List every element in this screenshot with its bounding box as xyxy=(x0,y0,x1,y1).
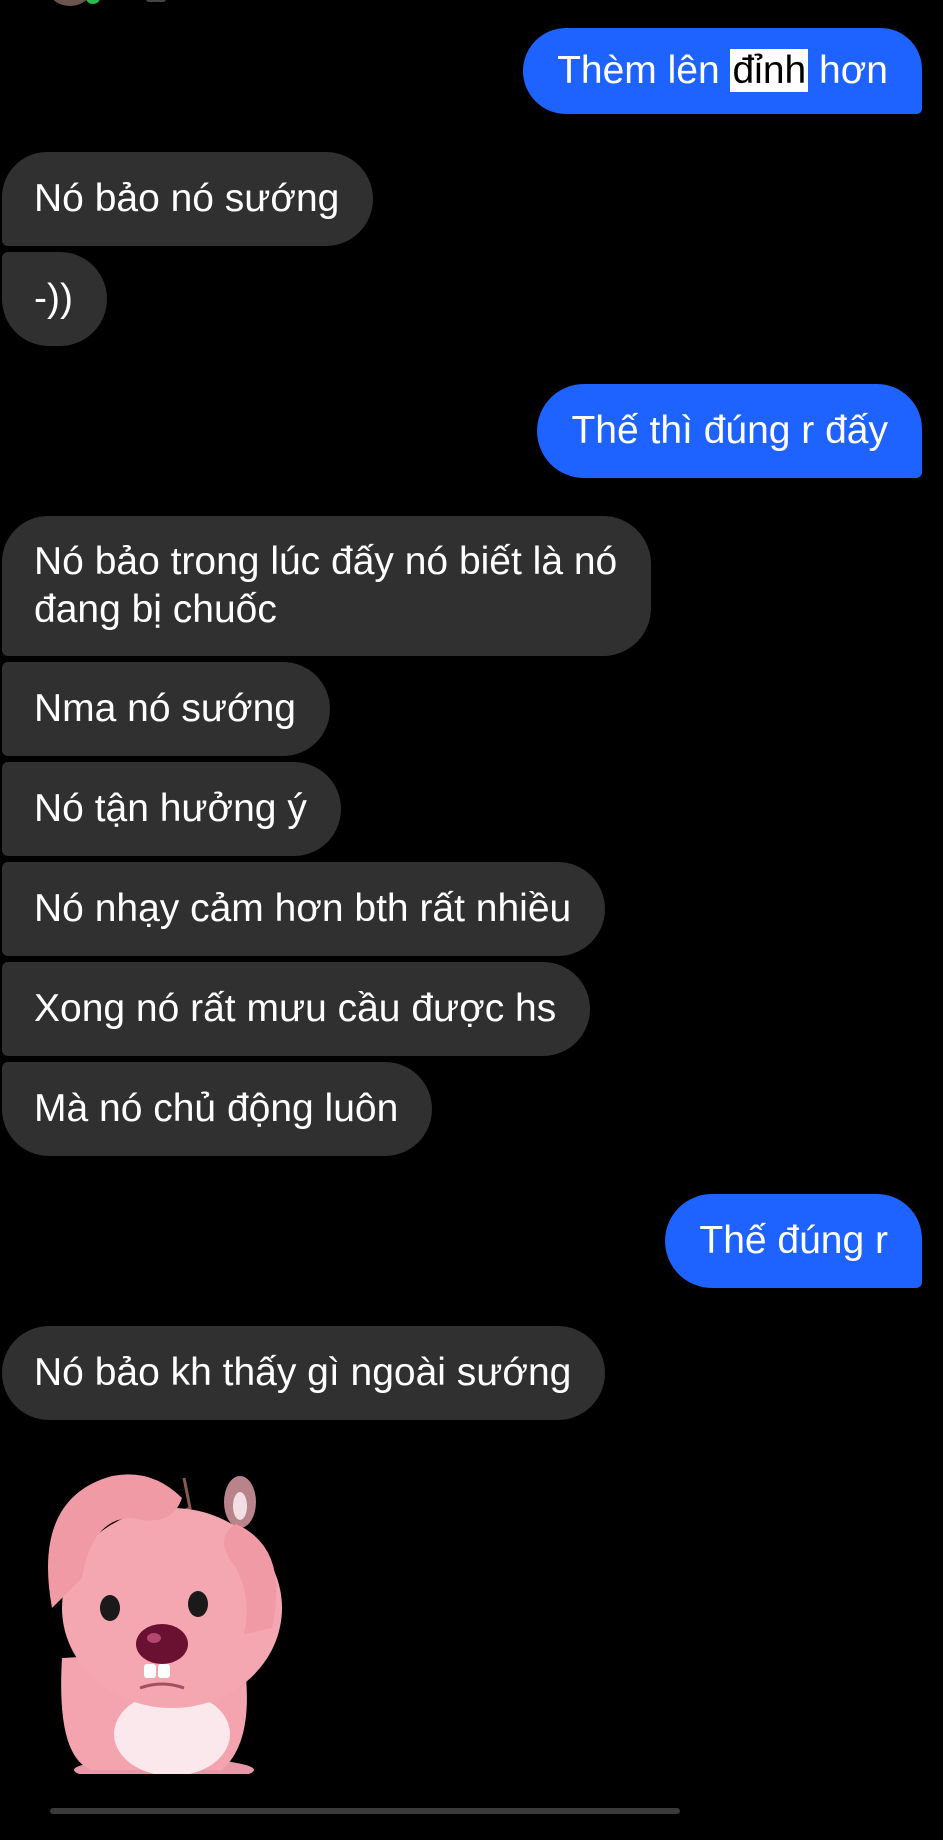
message-incoming[interactable]: Nó bảo nó sướng xyxy=(2,152,374,246)
message-text: Nma nó sướng xyxy=(34,687,296,730)
bottom-divider xyxy=(50,1808,680,1814)
message-text: Nó bảo kh thấy gì ngoài sướng xyxy=(34,1351,572,1394)
message-incoming[interactable]: Nó nhạy cảm hơn bth rất nhiều xyxy=(2,862,606,956)
message-incoming[interactable]: Nma nó sướng xyxy=(2,662,330,756)
message-text: Nó bảo nó sướng xyxy=(34,177,340,220)
message-text-line-2: đang bị chuốc xyxy=(34,588,277,631)
message-text: Thế thì đúng r đấy xyxy=(571,409,888,452)
message-incoming[interactable]: -)) xyxy=(2,252,107,346)
highlighted-word: đỉnh xyxy=(730,49,809,92)
message-text: Mà nó chủ động luôn xyxy=(34,1087,399,1130)
header-remnant xyxy=(0,0,943,8)
avatar xyxy=(48,0,92,6)
message-outgoing[interactable]: Thế thì đúng r đấy xyxy=(537,384,922,478)
message-incoming[interactable]: Nó tận hưởng ý xyxy=(2,762,341,856)
message-text: Nó tận hưởng ý xyxy=(34,787,307,830)
pink-beaver-sticker-icon[interactable] xyxy=(22,1458,292,1774)
message-incoming[interactable]: Nó bảo trong lúc đấy nó biết là nó đang … xyxy=(2,516,652,656)
message-outgoing[interactable]: Thế đúng r xyxy=(665,1194,922,1288)
message-text: -)) xyxy=(34,277,73,320)
message-text: Thèm lên đỉnh hơn xyxy=(557,49,888,92)
message-text-line-1: Nó bảo trong lúc đấy nó biết là nó xyxy=(34,540,618,583)
message-incoming[interactable]: Mà nó chủ động luôn xyxy=(2,1062,433,1156)
online-status-dot xyxy=(86,0,100,4)
header-glyph xyxy=(146,0,166,2)
message-text: Xong nó rất mưu cầu được hs xyxy=(34,987,557,1030)
message-text: Thế đúng r xyxy=(699,1219,888,1262)
message-text: Nó nhạy cảm hơn bth rất nhiều xyxy=(34,887,572,930)
message-outgoing[interactable]: Thèm lên đỉnh hơn xyxy=(523,28,922,114)
message-incoming[interactable]: Nó bảo kh thấy gì ngoài sướng xyxy=(2,1326,606,1420)
message-incoming[interactable]: Xong nó rất mưu cầu được hs xyxy=(2,962,591,1056)
